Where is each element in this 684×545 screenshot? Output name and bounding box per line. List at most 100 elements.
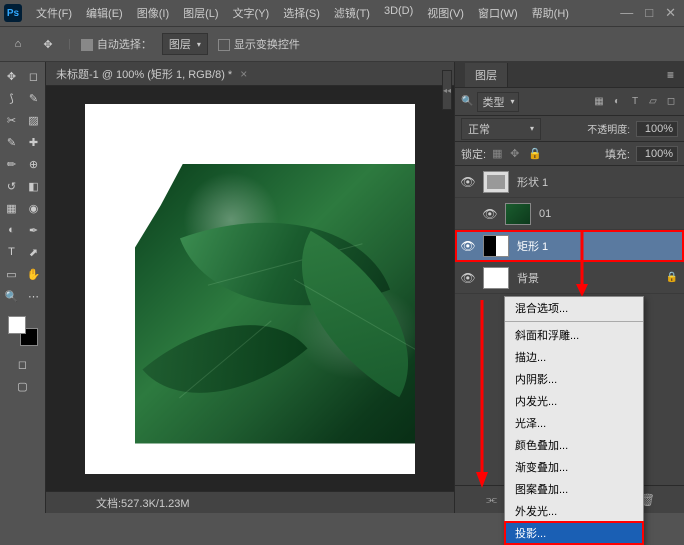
visibility-icon[interactable]: 👁: [483, 207, 497, 221]
layer-row[interactable]: 👁 背景 🔒: [455, 262, 684, 294]
home-icon[interactable]: ⌂: [8, 34, 28, 54]
menu-select[interactable]: 选择(S): [277, 1, 326, 25]
lasso-tool-icon[interactable]: ⟆: [2, 88, 22, 108]
menu-3d[interactable]: 3D(D): [378, 1, 419, 25]
fx-drop-shadow[interactable]: 投影...: [505, 522, 643, 544]
eyedropper-tool-icon[interactable]: ✎: [2, 132, 22, 152]
opacity-label: 不透明度:: [587, 121, 630, 136]
filter-adjust-icon[interactable]: ◐: [610, 95, 624, 109]
fx-inner-glow[interactable]: 内发光...: [505, 390, 643, 412]
collapse-panel-icon[interactable]: ◂◂: [442, 70, 452, 110]
layer-thumb[interactable]: [483, 267, 509, 289]
fx-gradient-overlay[interactable]: 渐变叠加...: [505, 456, 643, 478]
document-tab[interactable]: 未标题-1 @ 100% (矩形 1, RGB/8) * ×: [46, 62, 454, 86]
layer-row-selected[interactable]: 👁 矩形 1: [455, 230, 684, 262]
fx-inner-shadow[interactable]: 内阴影...: [505, 368, 643, 390]
fx-color-overlay[interactable]: 颜色叠加...: [505, 434, 643, 456]
auto-select-dropdown[interactable]: 图层▾: [162, 33, 208, 55]
path-select-icon[interactable]: ⬈: [24, 242, 44, 262]
lock-all-icon[interactable]: 🔒: [528, 147, 542, 160]
pen-tool-icon[interactable]: ✒: [24, 220, 44, 240]
healing-tool-icon[interactable]: ✚: [24, 132, 44, 152]
history-brush-icon[interactable]: ↺: [2, 176, 22, 196]
marquee-tool-icon[interactable]: ◻: [24, 66, 44, 86]
fx-satin[interactable]: 光泽...: [505, 412, 643, 434]
fx-stroke[interactable]: 描边...: [505, 346, 643, 368]
status-bar: 文档:527.3K/1.23M: [46, 491, 454, 513]
menu-image[interactable]: 图像(I): [131, 1, 175, 25]
filter-type-icon[interactable]: T: [628, 95, 642, 109]
layer-name[interactable]: 背景: [517, 270, 658, 286]
visibility-icon[interactable]: 👁: [461, 175, 475, 189]
blend-mode-dropdown[interactable]: 正常▾: [461, 118, 541, 140]
menu-window[interactable]: 窗口(W): [472, 1, 524, 25]
visibility-icon[interactable]: 👁: [461, 239, 475, 253]
lock-pixels-icon[interactable]: ▦: [492, 147, 506, 160]
visibility-icon[interactable]: 👁: [461, 271, 475, 285]
show-transform-checkbox[interactable]: 显示变换控件: [218, 36, 300, 52]
crop-tool-icon[interactable]: ✂: [2, 110, 22, 130]
more-tools-icon[interactable]: ⋯: [24, 286, 44, 306]
fx-outer-glow[interactable]: 外发光...: [505, 500, 643, 522]
filter-type-dropdown[interactable]: 类型▾: [477, 92, 519, 112]
app-logo: Ps: [4, 4, 22, 22]
quick-select-tool-icon[interactable]: ✎: [24, 88, 44, 108]
fx-blending-options[interactable]: 混合选项...: [505, 297, 643, 319]
menu-type[interactable]: 文字(Y): [227, 1, 276, 25]
menu-file[interactable]: 文件(F): [30, 1, 78, 25]
maximize-button[interactable]: □: [645, 5, 653, 21]
canvas[interactable]: [85, 104, 415, 474]
layer-thumb[interactable]: [483, 171, 509, 193]
layer-name[interactable]: 矩形 1: [517, 238, 678, 254]
rectangle-tool-icon[interactable]: ▭: [2, 264, 22, 284]
filter-shape-icon[interactable]: ▱: [646, 95, 660, 109]
menu-view[interactable]: 视图(V): [421, 1, 470, 25]
layer-row[interactable]: 👁 01: [455, 198, 684, 230]
layer-name[interactable]: 形状 1: [517, 174, 678, 190]
toolbox: ✥ ◻ ⟆ ✎ ✂ ▨ ✎ ✚ ✏ ⊕ ↺ ◧ ▦ ◉ ◐ ✒ T ⬈ ▭ ✋ …: [0, 62, 46, 513]
close-button[interactable]: ✕: [665, 5, 676, 21]
opacity-input[interactable]: 100%: [636, 121, 678, 137]
close-tab-icon[interactable]: ×: [240, 67, 247, 81]
auto-select-checkbox[interactable]: 自动选择：: [81, 36, 152, 52]
fx-bevel[interactable]: 斜面和浮雕...: [505, 324, 643, 346]
stamp-tool-icon[interactable]: ⊕: [24, 154, 44, 174]
gradient-tool-icon[interactable]: ▦: [2, 198, 22, 218]
menu-edit[interactable]: 编辑(E): [80, 1, 129, 25]
fg-color-swatch[interactable]: [8, 316, 26, 334]
menu-layer[interactable]: 图层(L): [177, 1, 224, 25]
filter-smart-icon[interactable]: ◻: [664, 95, 678, 109]
layers-tab[interactable]: 图层: [465, 63, 508, 87]
move-tool-icon[interactable]: ✥: [2, 66, 22, 86]
brush-tool-icon[interactable]: ✏: [2, 154, 22, 174]
zoom-tool-icon[interactable]: 🔍: [2, 286, 22, 306]
hand-tool-icon[interactable]: ✋: [24, 264, 44, 284]
color-swatches[interactable]: [8, 316, 38, 346]
document-title: 未标题-1 @ 100% (矩形 1, RGB/8) *: [56, 66, 232, 82]
menu-help[interactable]: 帮助(H): [526, 1, 575, 25]
link-layers-icon[interactable]: ⫘: [484, 492, 500, 508]
dodge-tool-icon[interactable]: ◐: [2, 220, 22, 240]
image-content: [135, 164, 415, 444]
quickmask-icon[interactable]: ◻: [13, 354, 33, 374]
screenmode-icon[interactable]: ▢: [13, 376, 33, 396]
fx-pattern-overlay[interactable]: 图案叠加...: [505, 478, 643, 500]
blur-tool-icon[interactable]: ◉: [24, 198, 44, 218]
menu-filter[interactable]: 滤镜(T): [328, 1, 376, 25]
move-tool-icon[interactable]: ✥: [38, 34, 58, 54]
minimize-button[interactable]: —: [620, 5, 633, 21]
fill-input[interactable]: 100%: [636, 146, 678, 162]
frame-tool-icon[interactable]: ▨: [24, 110, 44, 130]
canvas-area: 未标题-1 @ 100% (矩形 1, RGB/8) * × 文档:527.3K…: [46, 62, 454, 513]
panel-menu-icon[interactable]: ≡: [667, 68, 674, 82]
blend-mode-row: 正常▾ 不透明度: 100%: [455, 116, 684, 142]
layer-row[interactable]: 👁 形状 1: [455, 166, 684, 198]
panel-tabs: 图层 ≡: [455, 62, 684, 88]
layer-name[interactable]: 01: [539, 208, 678, 220]
layer-thumb[interactable]: [505, 203, 531, 225]
lock-position-icon[interactable]: ✥: [510, 147, 524, 160]
eraser-tool-icon[interactable]: ◧: [24, 176, 44, 196]
filter-pixel-icon[interactable]: ▦: [592, 95, 606, 109]
layer-thumb[interactable]: [483, 235, 509, 257]
type-tool-icon[interactable]: T: [2, 242, 22, 262]
